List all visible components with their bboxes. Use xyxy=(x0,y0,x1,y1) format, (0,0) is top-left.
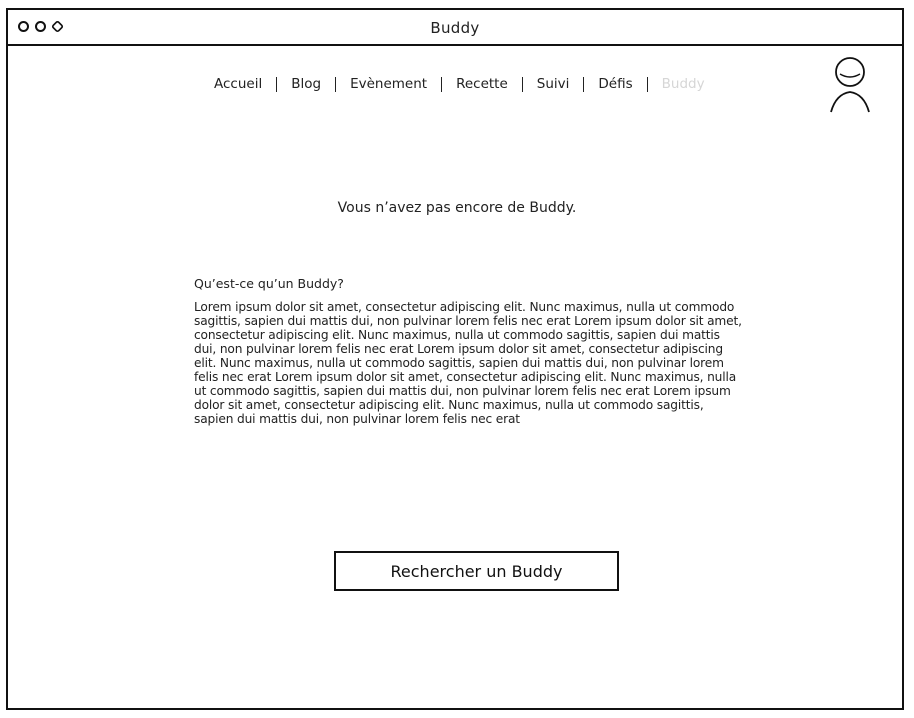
nav-item-accueil[interactable]: Accueil xyxy=(200,76,276,92)
window-title: Buddy xyxy=(430,19,480,37)
search-buddy-button[interactable]: Rechercher un Buddy xyxy=(334,551,619,591)
main-nav: Accueil Blog Evènement Recette Suivi Déf… xyxy=(200,76,719,92)
user-avatar-icon[interactable] xyxy=(828,56,872,114)
nav-item-blog[interactable]: Blog xyxy=(277,76,335,92)
nav-item-recette[interactable]: Recette xyxy=(442,76,522,92)
no-buddy-notice: Vous n’avez pas encore de Buddy. xyxy=(337,200,577,216)
section-title: Qu’est-ce qu’un Buddy? xyxy=(194,276,344,291)
nav-item-buddy[interactable]: Buddy xyxy=(648,76,719,92)
section-body: Lorem ipsum dolor sit amet, consectetur … xyxy=(194,300,742,426)
title-bar: Buddy xyxy=(8,10,902,46)
nav-item-evenement[interactable]: Evènement xyxy=(336,76,441,92)
buddy-info-section: Qu’est-ce qu’un Buddy? Lorem ipsum dolor… xyxy=(194,276,742,426)
nav-item-suivi[interactable]: Suivi xyxy=(523,76,584,92)
nav-item-defis[interactable]: Défis xyxy=(584,76,646,92)
